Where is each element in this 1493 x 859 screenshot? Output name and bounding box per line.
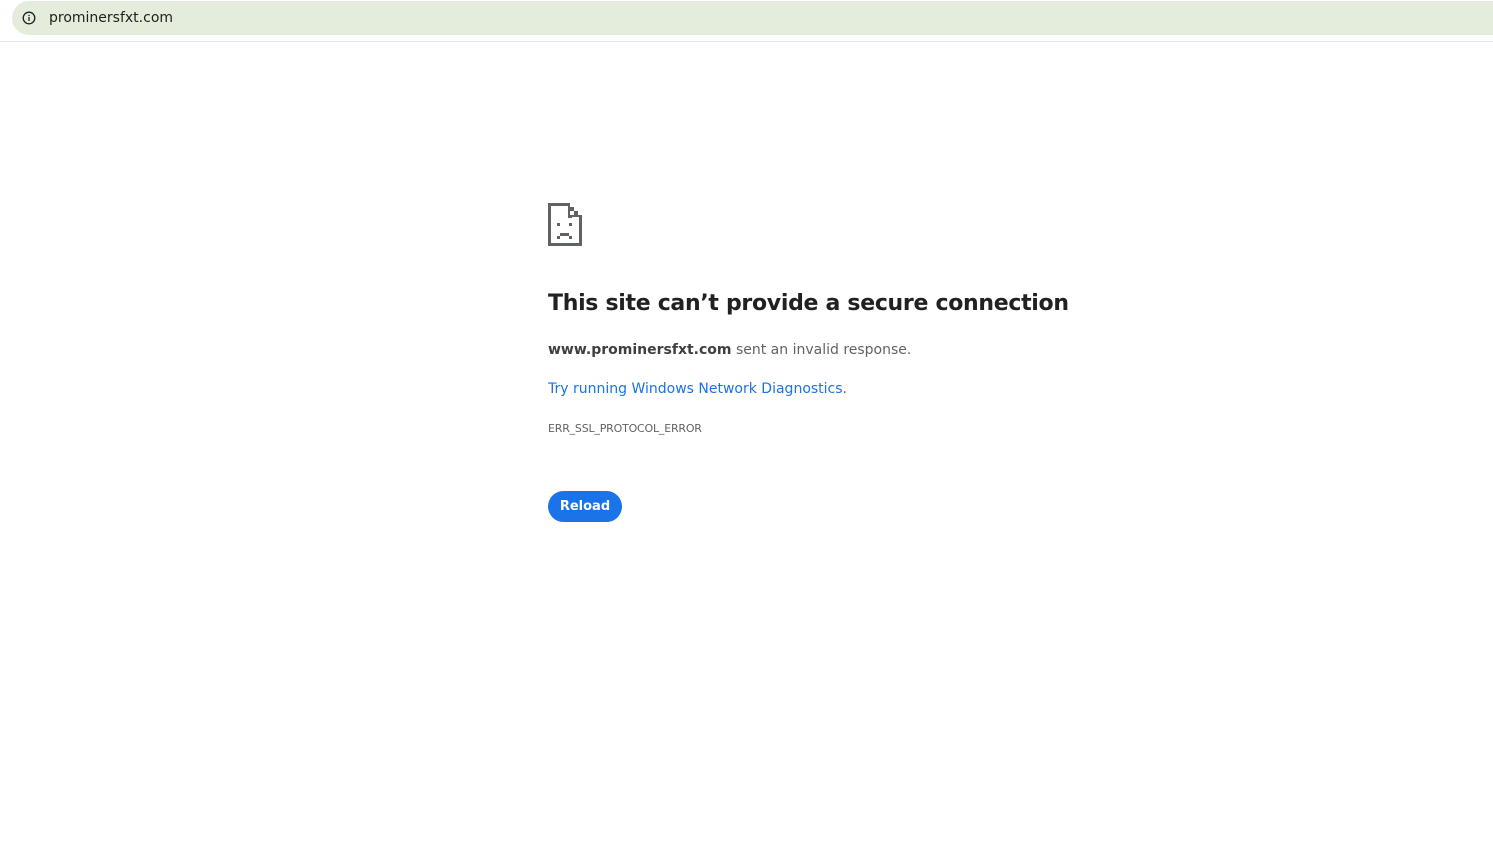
error-page: This site can’t provide a secure connect… <box>548 203 1248 522</box>
browser-toolbar: prominersfxt.com <box>0 0 1493 42</box>
info-icon[interactable] <box>22 11 36 25</box>
error-summary: www.prominersfxt.com sent an invalid res… <box>548 342 911 358</box>
address-bar[interactable]: prominersfxt.com <box>12 1 1493 35</box>
reload-button[interactable]: Reload <box>548 491 622 522</box>
network-diagnostics-link[interactable]: Try running Windows Network Diagnostics <box>548 381 843 397</box>
sad-document-icon <box>548 203 1248 246</box>
error-message: sent an invalid response. <box>731 342 912 358</box>
error-suggestion: Try running Windows Network Diagnostics. <box>548 381 847 397</box>
error-host: www.prominersfxt.com <box>548 342 732 358</box>
url-text[interactable]: prominersfxt.com <box>49 10 173 26</box>
error-title: This site can’t provide a secure connect… <box>548 291 1069 316</box>
suggestion-suffix: . <box>842 381 847 397</box>
error-code: ERR_SSL_PROTOCOL_ERROR <box>548 422 702 435</box>
